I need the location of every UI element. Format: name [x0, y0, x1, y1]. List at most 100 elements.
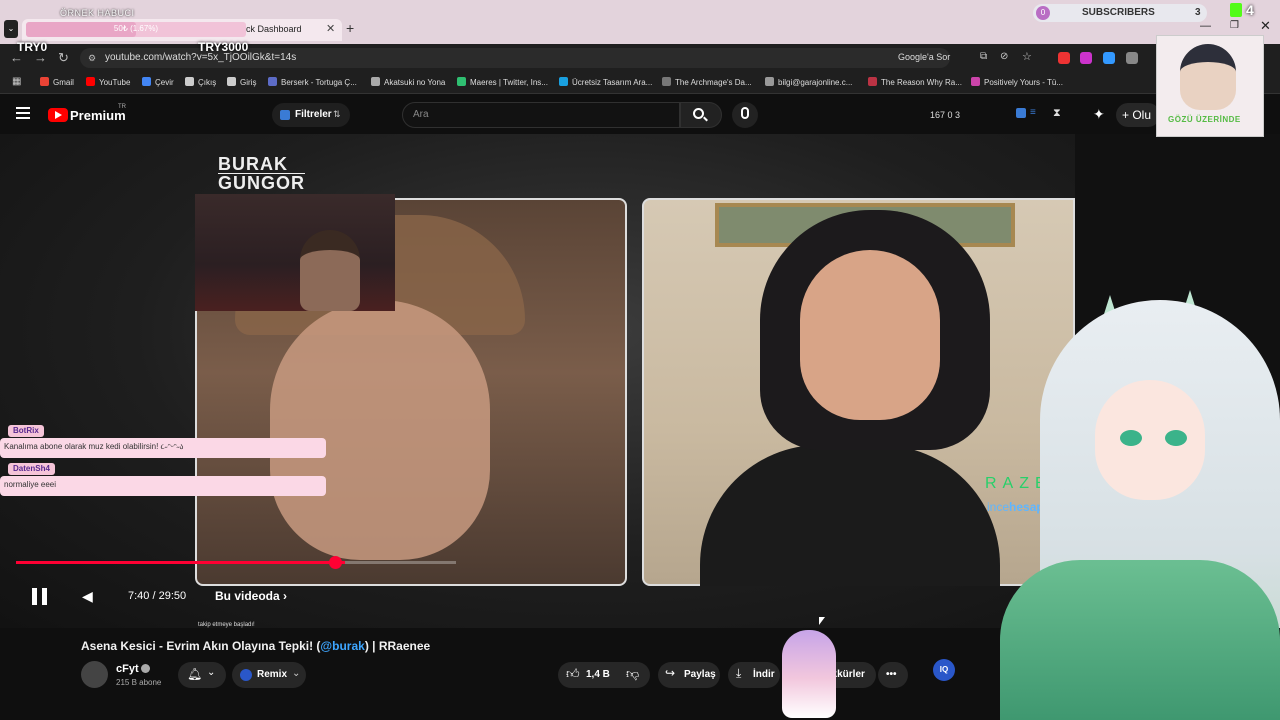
reload-icon[interactable]: ↻ — [58, 50, 69, 66]
watermark-line-1: BURAK — [218, 155, 305, 174]
bookmark-maeres[interactable]: Maeres | Twitter, Ins... — [457, 77, 548, 87]
search-input[interactable] — [402, 102, 680, 128]
chapter-button[interactable]: Bu videoda › — [215, 589, 287, 603]
site-icon — [559, 77, 568, 86]
vtuber-face — [1095, 380, 1205, 500]
site-icon — [662, 77, 671, 86]
mini-chat-overlay: takip etmeye başladı! — [198, 532, 318, 629]
settings-icon[interactable]: ✦ — [1093, 106, 1105, 123]
download-label: İndir — [753, 669, 775, 680]
new-tab-button[interactable]: + — [346, 20, 354, 36]
bookmark-reason[interactable]: The Reason Why Ra... — [868, 77, 962, 87]
iq-icon — [280, 110, 290, 120]
verified-icon — [141, 664, 150, 673]
apps-grid-icon[interactable]: ▦ — [12, 76, 21, 87]
dislike-icon[interactable]: 👎︎ — [626, 666, 639, 682]
bookmark-youtube[interactable]: YouTube — [86, 77, 130, 87]
sponsor-subtitle-suffix: hesap — [1009, 500, 1044, 514]
site-icon — [765, 77, 774, 86]
window-close-button[interactable]: ✕ — [1260, 18, 1271, 34]
sponsor-subtitle-prefix: ince — [987, 500, 1010, 514]
bookmark-archmage[interactable]: The Archmage's Da... — [662, 77, 752, 87]
eye-off-icon[interactable]: ⊘ — [1000, 51, 1008, 62]
country-code: TR — [118, 104, 126, 110]
bookmark-login[interactable]: Giriş — [227, 77, 256, 87]
site-icon — [268, 77, 277, 86]
iq-icon — [240, 669, 252, 681]
iq-icon[interactable] — [1016, 108, 1026, 118]
channel-mention-link[interactable]: @burak — [320, 639, 364, 653]
channel-name[interactable]: cFyt — [116, 663, 139, 675]
chevron-right-icon: › — [283, 589, 288, 603]
extension-icon[interactable] — [1126, 52, 1138, 64]
google-ask-button[interactable]: Google'a Sor — [898, 52, 950, 62]
bookmark-star-icon[interactable]: ☆ — [1022, 50, 1032, 63]
extension-icon[interactable] — [1080, 52, 1092, 64]
youtube-icon — [86, 77, 95, 86]
window-maximize-button[interactable]: ❐ — [1230, 20, 1239, 31]
cast-icon[interactable]: ⧉ — [980, 51, 987, 62]
page-icon — [227, 77, 236, 86]
time-display: 7:40 / 29:50 — [128, 590, 187, 602]
channel-watermark: BURAK GUNGOR — [218, 155, 305, 192]
sliders-icon: ⇅ — [333, 109, 341, 119]
filter-icon[interactable]: ⧗ — [1053, 107, 1061, 120]
pause-button[interactable] — [32, 588, 48, 605]
bookmark-logout[interactable]: Çıkış — [185, 77, 216, 87]
like-count[interactable]: 1,4 B — [586, 669, 610, 680]
chat-username: DatenSh4 — [8, 463, 55, 475]
site-info-icon[interactable]: ⚙ — [88, 53, 96, 64]
video-panel-right-face — [800, 250, 940, 420]
video-title-suffix: ) | RRaenee — [364, 639, 431, 653]
window-minimize-button[interactable]: — — [1200, 20, 1211, 32]
bookmark-berserk[interactable]: Berserk - Tortuga Ç... — [268, 77, 357, 87]
chevron-down-icon: ⌄ — [207, 667, 216, 678]
stream-label-left: TRY0 — [17, 40, 48, 54]
streamer-webcam — [195, 194, 395, 311]
chat-message: Kanalıma abone olarak muz kedi olabilirs… — [0, 438, 326, 458]
donation-goal-label: ÖRNEK HABUCI — [60, 8, 135, 18]
menu-icon[interactable] — [16, 107, 30, 122]
bookmark-translate[interactable]: Çevir — [142, 77, 174, 87]
extension-icon[interactable] — [1103, 52, 1115, 64]
page-icon — [185, 77, 194, 86]
list-icon[interactable]: ≡ — [1030, 107, 1036, 118]
kick-icon — [1230, 3, 1242, 17]
bookmark-positively[interactable]: Positively Yours - Tü... — [971, 77, 1063, 87]
video-title: Asena Kesici - Evrim Akın Olayına Tepki!… — [81, 639, 430, 653]
like-icon[interactable]: 👍︎ — [566, 666, 580, 682]
video-scrubber-handle[interactable] — [329, 556, 342, 569]
video-title-prefix: Asena Kesici - Evrim Akın Olayına Tepki!… — [81, 639, 321, 653]
subscriber-goal-count: 3 — [1195, 7, 1201, 18]
vtuber-eye — [1120, 430, 1142, 446]
bookmark-akatsuki[interactable]: Akatsuki no Yona — [371, 77, 445, 87]
tab-title: ck Dashboard — [246, 24, 302, 34]
stream-label-right: TRY3000 — [198, 40, 249, 54]
webcam-person — [300, 230, 360, 311]
subscriber-goal-label: SUBSCRIBERS — [1082, 7, 1155, 18]
bookmark-tasarim[interactable]: Ücretsiz Tasarım Ara... — [559, 77, 652, 87]
mouse-cursor — [819, 617, 825, 625]
donation-goal-bar: 50₺ (1.67%) — [26, 22, 246, 37]
create-label: + Olu — [1122, 108, 1152, 122]
channel-subscriber-count: 215 B abone — [116, 678, 162, 687]
iq-badge[interactable]: IQ — [933, 659, 955, 681]
bell-icon: 🔔︎ — [187, 667, 203, 681]
youtube-premium-logo[interactable]: Premium — [70, 108, 126, 123]
channel-avatar[interactable] — [81, 661, 108, 688]
volume-icon[interactable]: ◀ — [82, 588, 93, 605]
chat-username: BotRix — [8, 425, 44, 437]
video-progress-played — [16, 561, 345, 564]
bookmark-garajonline[interactable]: bilgi@garajonline.c... — [765, 77, 852, 87]
bookmark-gmail[interactable]: Gmail — [40, 77, 74, 87]
youtube-logo-icon[interactable] — [48, 108, 68, 122]
vtuber-outfit — [1000, 560, 1280, 720]
site-icon — [457, 77, 466, 86]
share-label: Paylaş — [684, 669, 716, 680]
filters-label: Filtreler — [295, 109, 332, 120]
tab-search-dropdown[interactable]: ⌄ — [4, 20, 18, 38]
tab-close-icon[interactable]: ✕ — [326, 22, 335, 35]
microphone-icon — [741, 107, 749, 119]
extension-icon[interactable] — [1058, 52, 1070, 64]
remix-label: Remix — [257, 669, 288, 680]
